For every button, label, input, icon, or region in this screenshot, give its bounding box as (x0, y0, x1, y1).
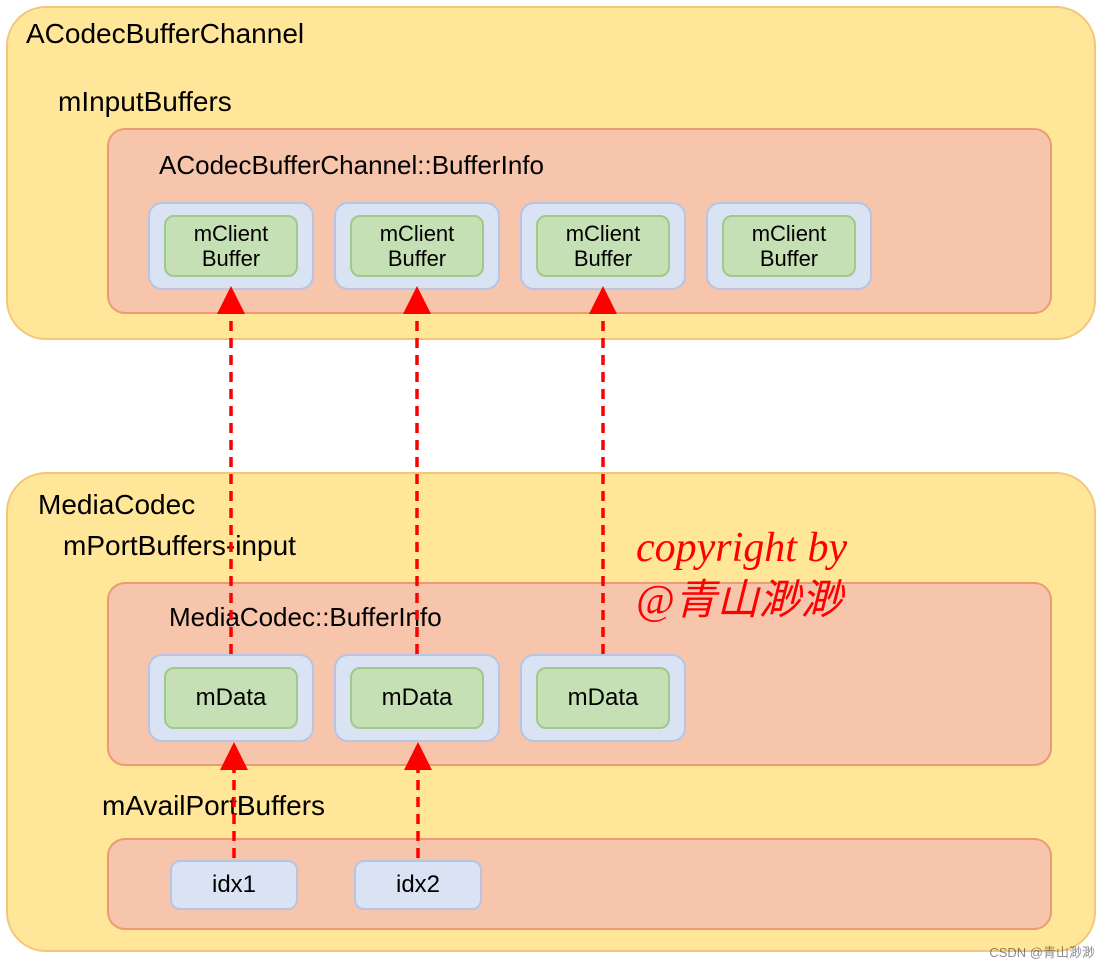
mdata-buffer: mData (350, 667, 484, 729)
top-group-label: mInputBuffers (58, 86, 232, 118)
watermark-line2: @青山渺渺 (636, 575, 847, 628)
top-title: ACodecBufferChannel (26, 18, 304, 50)
mclient-buffer: mClient Buffer (722, 215, 856, 277)
mdata-buffer: mData (536, 667, 670, 729)
top-inner-title: ACodecBufferChannel::BufferInfo (159, 150, 544, 181)
mclient-buffer: mClient Buffer (536, 215, 670, 277)
bottom-inner-title: MediaCodec::BufferInfo (169, 602, 442, 633)
mclient-buffer: mClient Buffer (350, 215, 484, 277)
avail-port-buffers-label: mAvailPortBuffers (102, 790, 325, 822)
mdata-buffer: mData (164, 667, 298, 729)
idx-box: idx2 (354, 860, 482, 910)
bottom-title: MediaCodec (38, 489, 195, 521)
watermark: copyright by @青山渺渺 (636, 522, 847, 627)
csdn-mark: CSDN @青山渺渺 (989, 942, 1095, 961)
idx-box: idx1 (170, 860, 298, 910)
watermark-line1: copyright by (636, 522, 847, 575)
bottom-group-label: mPortBuffers-input (63, 530, 296, 562)
mclient-buffer: mClient Buffer (164, 215, 298, 277)
